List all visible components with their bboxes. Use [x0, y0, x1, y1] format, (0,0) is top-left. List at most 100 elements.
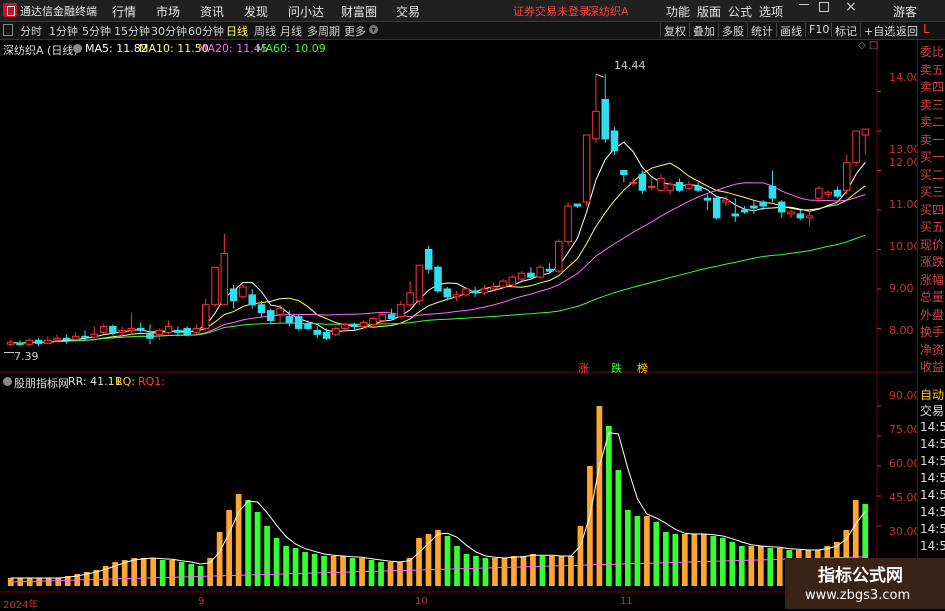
indicator-bar: [245, 500, 251, 586]
dropdown-icon[interactable]: ▾: [369, 25, 378, 34]
candle-body: [71, 335, 80, 340]
btn-f10[interactable]: F10: [805, 23, 832, 37]
btn-mark[interactable]: 标记: [831, 23, 860, 38]
indicator-bar: [653, 522, 660, 586]
indicator-bar: [587, 466, 593, 586]
indicator-bar: [444, 536, 451, 586]
btn-draw[interactable]: 画线: [776, 23, 805, 38]
menu-markets[interactable]: 市场: [156, 3, 180, 20]
tab-60min[interactable]: 60分钟: [188, 23, 224, 39]
sub-y-tick-45: 45.00: [889, 491, 921, 504]
indicator-bar: [321, 556, 327, 586]
candle-body: [545, 268, 554, 272]
menu-trade[interactable]: 交易: [396, 3, 420, 20]
tab-5min[interactable]: 5分钟: [82, 23, 111, 39]
candle-body: [694, 185, 702, 191]
watermark-title: 指标公式网: [818, 566, 903, 586]
indicator-bar: [729, 542, 736, 586]
tab-weekly[interactable]: 周线: [254, 23, 276, 39]
candle-body: [6, 341, 15, 345]
quote-field-6: 买一: [920, 150, 945, 164]
menu-market[interactable]: 行情: [112, 3, 136, 20]
indicator-bar: [625, 510, 631, 586]
tab-multi[interactable]: 多周期: [307, 23, 340, 39]
candle-body: [443, 288, 452, 298]
candle-body: [750, 205, 758, 209]
y-tick-14: 14.00: [889, 71, 921, 84]
candle-body: [610, 130, 619, 152]
tab-1min[interactable]: 1分钟: [49, 23, 78, 39]
auto-trade-label[interactable]: 自动: [920, 386, 944, 403]
candle-body: [341, 323, 349, 329]
indicator-chart[interactable]: [0, 374, 917, 609]
guest-user[interactable]: 游客: [893, 3, 917, 20]
tab-daily[interactable]: 日线: [226, 23, 248, 39]
indicator-settings-icon[interactable]: [73, 44, 82, 53]
candle-body: [471, 290, 479, 294]
candle-body: [489, 286, 498, 290]
tab-more[interactable]: 更多: [344, 23, 366, 39]
candle-body: [415, 264, 424, 302]
candle-body: [759, 201, 767, 207]
main-chart[interactable]: 深纺织A (日线) MA5: 11.82 MA10: 11.50 MA20: 1…: [0, 40, 921, 375]
close-icon[interactable]: ×: [845, 0, 857, 15]
panel-indicator[interactable]: L: [923, 22, 930, 36]
candle-body: [517, 272, 526, 280]
x-label-sep: 9: [198, 596, 205, 607]
menu-layout[interactable]: 版面: [697, 3, 721, 20]
tab-monthly[interactable]: 月线: [280, 23, 302, 39]
candle-body: [90, 333, 99, 338]
indicator-bar: [131, 558, 138, 586]
candle-body: [592, 110, 600, 140]
login-warning[interactable]: 证券交易未登录: [513, 3, 590, 19]
indicator-bar: [235, 494, 242, 586]
candle-body: [666, 183, 675, 191]
candle-body: [294, 316, 303, 329]
indicator-bar: [558, 556, 565, 586]
sub-y-tick-75: 75.00: [889, 423, 921, 436]
indicator-bar: [738, 546, 745, 586]
panel-toggle-icon[interactable]: [3, 24, 13, 36]
candle-body: [276, 308, 284, 316]
quote-field-13: 涨幅: [920, 272, 945, 287]
menu-news[interactable]: 资讯: [200, 3, 224, 20]
indicator-bar: [748, 546, 755, 586]
tick-time-4: 14:5: [920, 488, 945, 502]
sub-chart[interactable]: 股朋指标网 RR: 41.11 RQ: RQ1: 90.00 75.00 60.…: [0, 374, 921, 611]
watermark-logo: 指标公式网 www.zbgs3.com: [785, 558, 945, 609]
y-tick-9: 9.00: [889, 282, 914, 295]
indicator-bar: [663, 532, 669, 586]
indicator-settings-icon[interactable]: [3, 377, 12, 386]
btn-back[interactable]: 返回: [892, 23, 921, 38]
candle-body: [480, 288, 489, 294]
indicator-bar: [397, 562, 403, 586]
collapse-icon[interactable]: ◇ □: [858, 40, 878, 51]
btn-overlay[interactable]: 叠加: [689, 23, 718, 38]
tab-timeshare[interactable]: 分时: [20, 23, 42, 39]
chart-title: 深纺织A (日线): [3, 44, 78, 57]
maximize-icon[interactable]: [819, 2, 829, 12]
btn-multi-stock[interactable]: 多股: [718, 23, 747, 38]
tick-time-0: 14:5: [920, 420, 945, 434]
indicator-bar: [634, 516, 641, 586]
btn-stats[interactable]: 统计: [747, 23, 776, 38]
menu-formula[interactable]: 公式: [728, 3, 752, 20]
candle-body: [657, 177, 665, 191]
tab-30min[interactable]: 30分钟: [151, 23, 187, 39]
menu-options[interactable]: 选项: [759, 3, 783, 20]
candle-body: [313, 329, 321, 335]
menu-discover[interactable]: 发现: [244, 3, 268, 20]
trade-label[interactable]: 交易: [920, 402, 944, 419]
candle-body: [183, 327, 191, 335]
candle-body: [555, 241, 563, 272]
menu-ask[interactable]: 问小达: [288, 3, 324, 20]
tab-15min[interactable]: 15分钟: [114, 23, 150, 39]
minimize-icon[interactable]: [799, 4, 809, 5]
candlestick-chart[interactable]: [0, 40, 917, 373]
btn-restore-right[interactable]: 复权: [660, 23, 689, 38]
menu-community[interactable]: 财富圈: [341, 3, 377, 20]
rr-label: RR: 41.11: [68, 375, 122, 388]
indicator-bar: [406, 558, 413, 586]
y-tick-13: 13.00: [889, 143, 921, 156]
menu-function[interactable]: 功能: [666, 3, 690, 20]
